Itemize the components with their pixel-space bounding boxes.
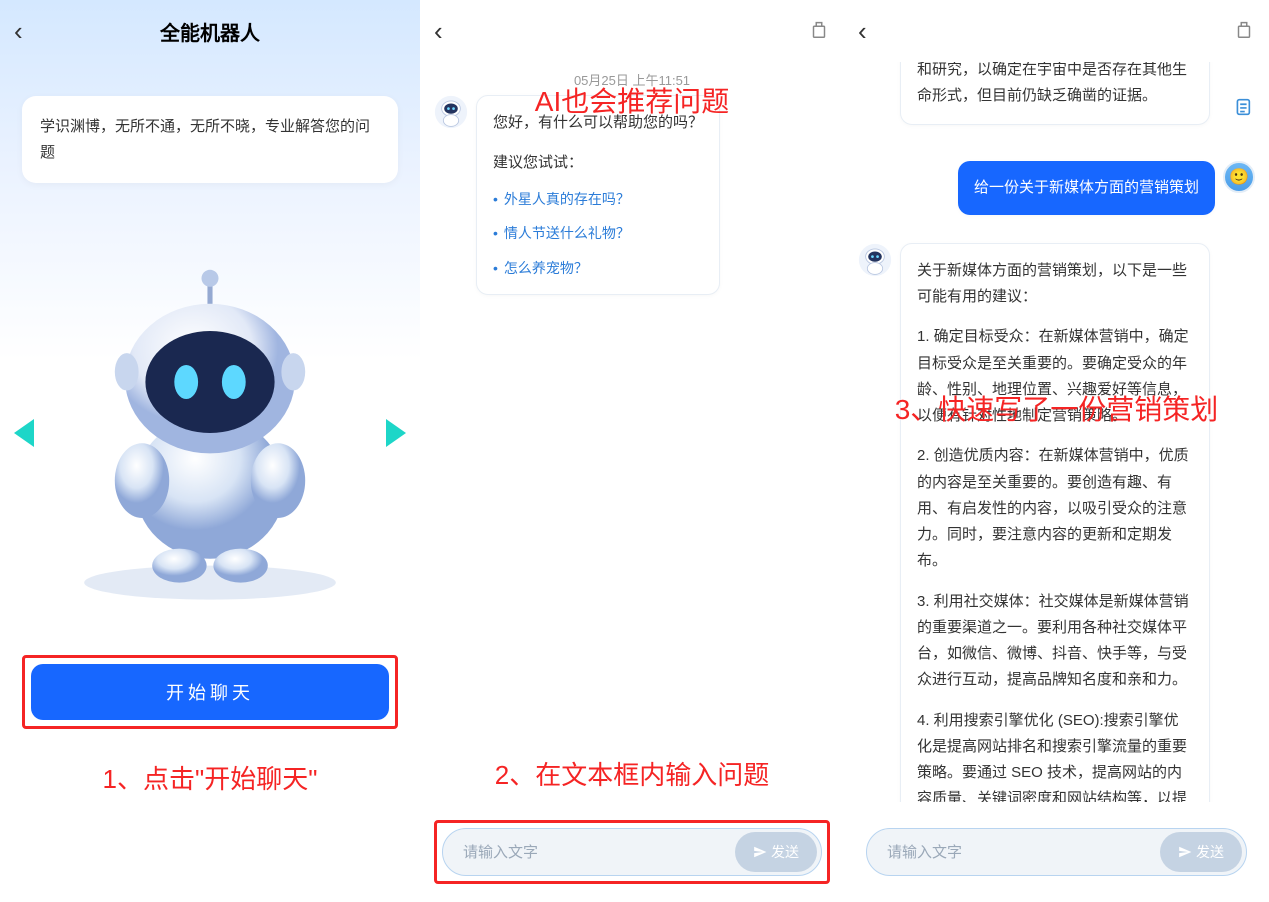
send-label: 发送 — [771, 842, 799, 862]
bot-message-row: 和研究，以确定在宇宙中是否存在其他生命形式，但目前仍缺乏确凿的证据。 — [844, 62, 1269, 131]
user-message-row: 给一份关于新媒体方面的营销策划 — [844, 155, 1269, 221]
suggestion-title: 建议您试试： — [493, 150, 703, 176]
chat-reply-screen: ‹ 和研究，以确定在宇宙中是否存在其他生命形式，但目前仍缺乏确凿的证据。 给一份… — [844, 0, 1269, 902]
send-icon — [1178, 845, 1192, 859]
intro-card: 学识渊博，无所不通，无所不晓，专业解答您的问题 — [22, 96, 398, 183]
suggestion-item[interactable]: 怎么养宠物？ — [493, 256, 703, 281]
back-icon[interactable]: ‹ — [434, 16, 443, 47]
next-arrow-icon[interactable] — [386, 419, 406, 447]
input-bar: 发送 — [866, 828, 1247, 876]
bot-avatar-icon — [858, 243, 892, 277]
robot-illustration — [40, 263, 380, 603]
intro-text: 学识渊博，无所不通，无所不晓，专业解答您的问题 — [40, 118, 370, 161]
annotation-step-1: 1、点击"开始聊天" — [0, 759, 420, 796]
bot-avatar-icon — [434, 95, 468, 129]
back-icon[interactable]: ‹ — [14, 16, 23, 47]
message-input[interactable] — [887, 844, 1160, 861]
user-avatar-icon — [1223, 161, 1255, 193]
chat-body: 和研究，以确定在宇宙中是否存在其他生命形式，但目前仍缺乏确凿的证据。 给一份关于… — [844, 62, 1269, 802]
report-icon[interactable] — [1233, 18, 1255, 45]
user-message-text: 给一份关于新媒体方面的营销策划 — [974, 179, 1199, 196]
robot-illustration-area — [0, 253, 420, 613]
copy-icon[interactable] — [1231, 96, 1253, 123]
reply-intro: 关于新媒体方面的营销策划，以下是一些可能有用的建议： — [917, 258, 1193, 311]
bot-message-row: 您好，有什么可以帮助您的吗？ 建议您试试： 外星人真的存在吗？ 情人节送什么礼物… — [420, 89, 844, 301]
header: ‹ 全能机器人 — [0, 0, 420, 62]
prev-reply-text: 和研究，以确定在宇宙中是否存在其他生命形式，但目前仍缺乏确凿的证据。 — [917, 62, 1187, 104]
suggestion-item[interactable]: 情人节送什么礼物？ — [493, 221, 703, 246]
chat-initial-screen: ‹ 05月25日 上午11:51 AI也会推荐问题 您好，有什么可以帮助您的吗？… — [420, 0, 844, 902]
reply-point: 3. 利用社交媒体：社交媒体是新媒体营销的重要渠道之一。要利用各种社交媒体平台，… — [917, 589, 1193, 694]
report-icon[interactable] — [808, 18, 830, 45]
send-button[interactable]: 发送 — [1160, 832, 1242, 872]
bot-message-row: 关于新媒体方面的营销策划，以下是一些可能有用的建议： 1. 确定目标受众：在新媒… — [844, 237, 1269, 802]
send-label: 发送 — [1196, 842, 1224, 862]
start-chat-button[interactable]: 开始聊天 — [31, 664, 389, 720]
annotation-ai-suggest: AI也会推荐问题 — [535, 80, 729, 120]
header: ‹ — [420, 0, 844, 62]
input-bar: 发送 — [442, 828, 822, 876]
prev-arrow-icon[interactable] — [14, 419, 34, 447]
bot-long-reply-bubble: 关于新媒体方面的营销策划，以下是一些可能有用的建议： 1. 确定目标受众：在新媒… — [900, 243, 1210, 802]
input-container: 发送 — [858, 820, 1255, 884]
send-icon — [753, 845, 767, 859]
annotation-step-2: 2、在文本框内输入问题 — [420, 755, 844, 792]
intro-screen: ‹ 全能机器人 学识渊博，无所不通，无所不晓，专业解答您的问题 — [0, 0, 420, 902]
annotation-step-3: 3、快速写了一份营销策划 — [895, 388, 1219, 428]
input-zone: 发送 — [858, 820, 1255, 884]
header: ‹ — [844, 0, 1269, 62]
page-title: 全能机器人 — [160, 17, 260, 46]
send-button[interactable]: 发送 — [735, 832, 817, 872]
reply-point: 2. 创造优质内容：在新媒体营销中，优质的内容是至关重要的。要创造有趣、有用、有… — [917, 443, 1193, 574]
input-zone: 发送 — [434, 820, 830, 884]
suggestion-item[interactable]: 外星人真的存在吗？ — [493, 187, 703, 212]
start-button-highlight: 开始聊天 — [22, 655, 398, 729]
bot-greeting-bubble: 您好，有什么可以帮助您的吗？ 建议您试试： 外星人真的存在吗？ 情人节送什么礼物… — [476, 95, 720, 295]
reply-point: 4. 利用搜索引擎优化 (SEO):搜索引擎优化是提高网站排名和搜索引擎流量的重… — [917, 708, 1193, 803]
message-input[interactable] — [463, 844, 735, 861]
user-message-bubble: 给一份关于新媒体方面的营销策划 — [958, 161, 1215, 215]
bot-prev-reply-tail: 和研究，以确定在宇宙中是否存在其他生命形式，但目前仍缺乏确凿的证据。 — [900, 62, 1210, 125]
back-icon[interactable]: ‹ — [858, 16, 867, 47]
input-highlight: 发送 — [434, 820, 830, 884]
